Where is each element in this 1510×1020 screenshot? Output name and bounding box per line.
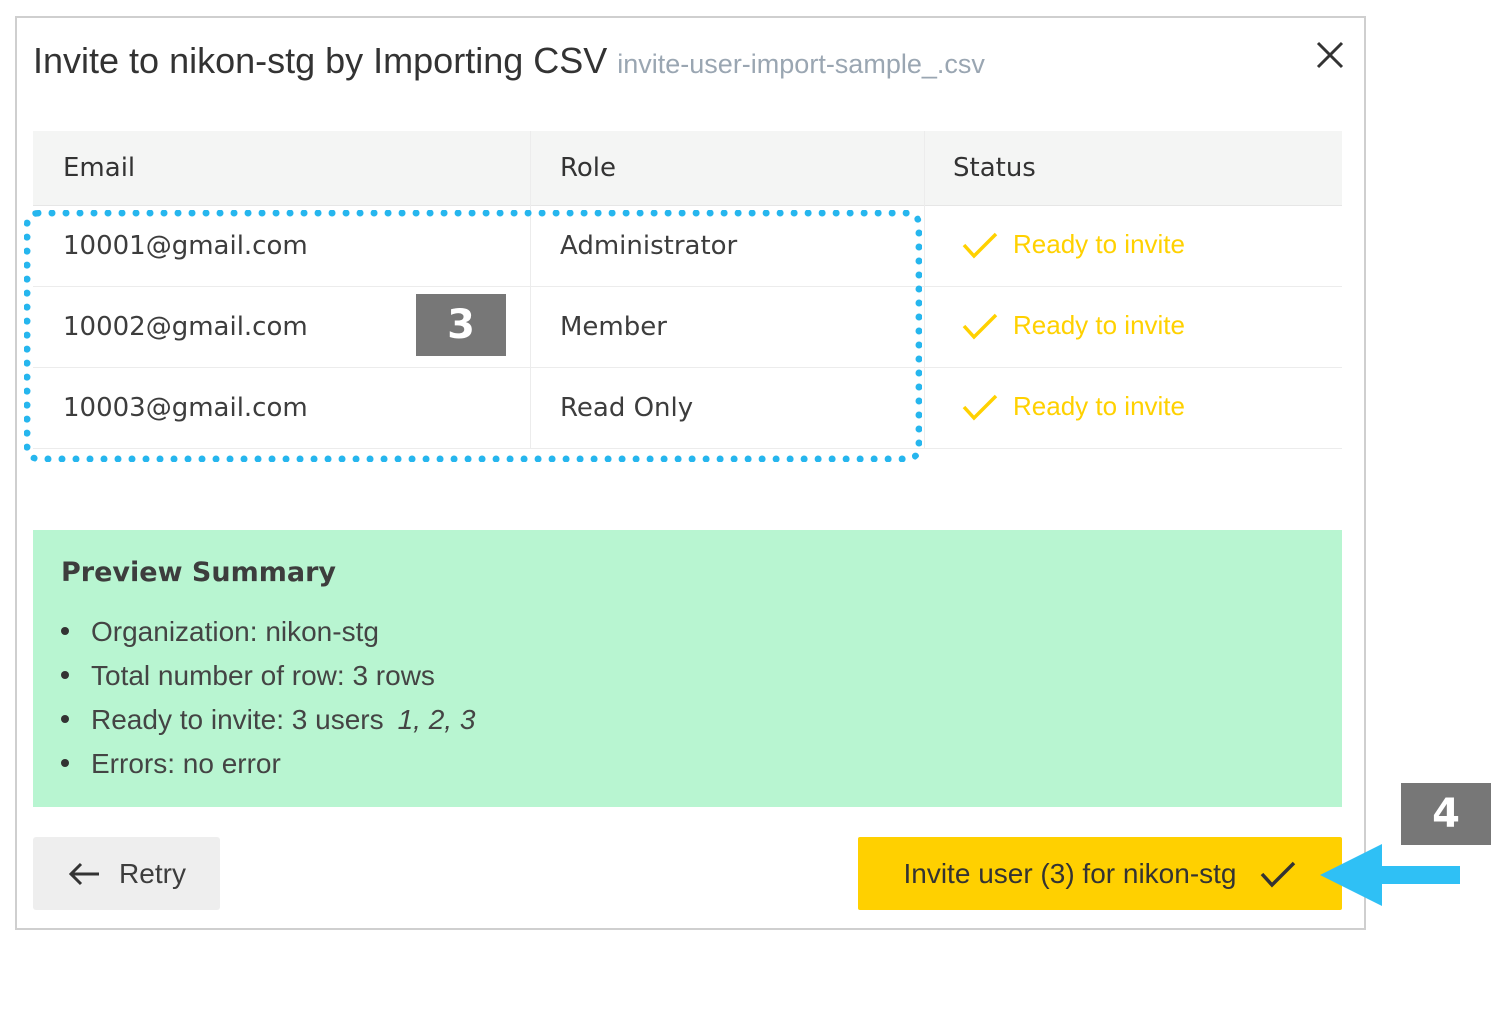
status-text: Ready to invite [1013, 391, 1185, 421]
step-badge-3: 3 [416, 294, 506, 356]
table-header: Email Role Status [33, 131, 1342, 206]
status-badge: Ready to invite [961, 310, 1185, 341]
dialog-title: Invite to nikon-stg by Importing CSV invi… [33, 40, 985, 82]
list-item: Total number of row: 3 rows [61, 656, 475, 700]
summary-title: Preview Summary [61, 557, 336, 588]
summary-list: Organization: nikon-stg Total number of … [61, 612, 475, 788]
summary-item-text: Organization: nikon-stg [91, 616, 379, 647]
status-badge: Ready to invite [961, 391, 1185, 422]
step-badge-4: 4 [1401, 783, 1491, 845]
check-icon [1260, 861, 1295, 888]
import-dialog: Invite to nikon-stg by Importing CSV invi… [15, 16, 1366, 930]
check-icon [962, 313, 998, 340]
header-role: Role [560, 153, 617, 183]
close-icon[interactable] [1313, 38, 1347, 72]
summary-item-rows: 1, 2, 3 [397, 704, 476, 735]
dialog-title-text: Invite to nikon-stg by Importing CSV [33, 40, 608, 81]
retry-label: Retry [119, 857, 186, 889]
status-badge: Ready to invite [961, 229, 1185, 260]
check-icon [962, 232, 998, 259]
summary-item-text: Errors: no error [91, 748, 281, 779]
summary-item-text: Ready to invite: 3 users [91, 704, 384, 735]
status-text: Ready to invite [1013, 310, 1185, 340]
bullet-icon [61, 626, 69, 635]
invite-label: Invite user (3) for nikon-stg [903, 857, 1237, 889]
bullet-icon [61, 758, 69, 767]
summary-item-text: Total number of row: 3 rows [91, 660, 435, 691]
header-status: Status [953, 153, 1036, 183]
list-item: Ready to invite: 3 users 1, 2, 3 [61, 700, 475, 744]
arrow-left-icon [68, 862, 100, 885]
list-item: Organization: nikon-stg [61, 612, 475, 656]
check-icon [962, 394, 998, 421]
csv-filename: invite-user-import-sample_.csv [617, 49, 985, 79]
header-email: Email [63, 153, 136, 183]
list-item: Errors: no error [61, 744, 475, 788]
bullet-icon [61, 714, 69, 723]
pointer-arrow-icon [1320, 844, 1460, 906]
preview-summary: Preview Summary Organization: nikon-stg … [33, 530, 1342, 807]
bullet-icon [61, 670, 69, 679]
status-text: Ready to invite [1013, 229, 1185, 259]
retry-button[interactable]: Retry [33, 837, 220, 910]
invite-users-button[interactable]: Invite user (3) for nikon-stg [858, 837, 1342, 910]
